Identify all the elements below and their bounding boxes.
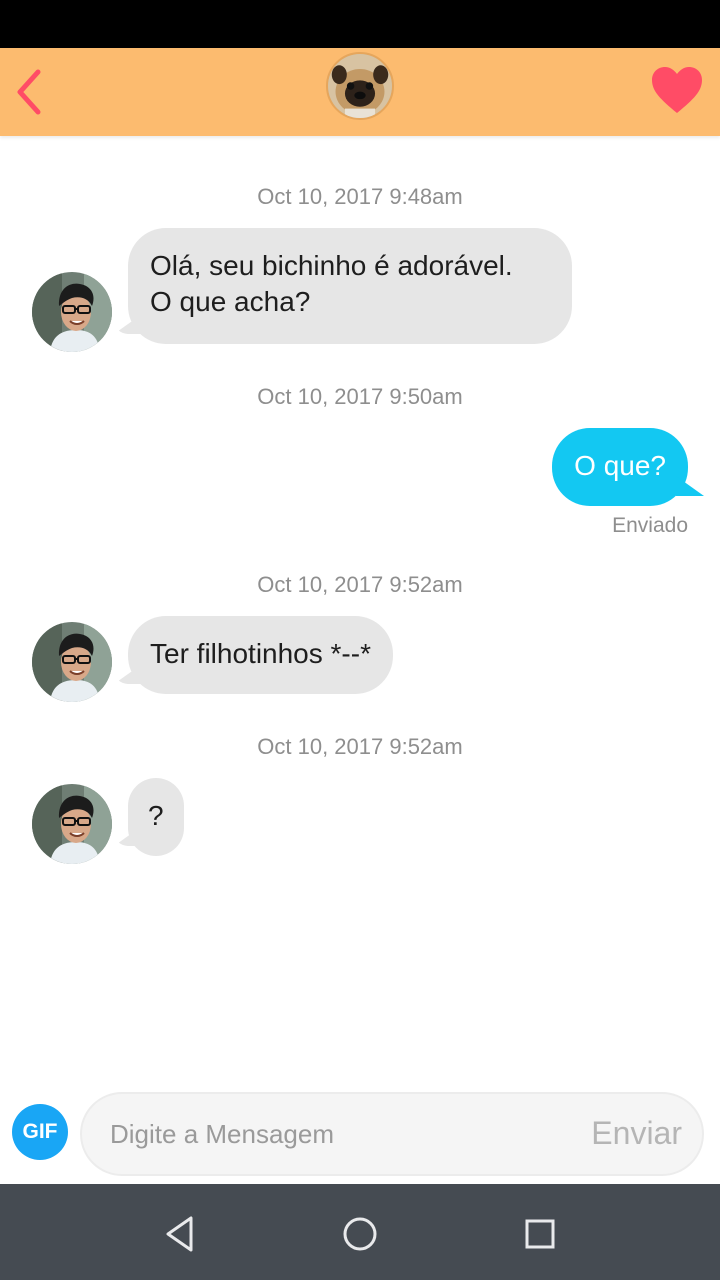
incoming-message-bubble[interactable]: ? [128,778,184,856]
status-bar [0,0,720,48]
outgoing-message-bubble[interactable]: O que? [552,428,688,506]
heart-icon [652,67,702,113]
delivery-status: Enviado [612,514,688,537]
sender-avatar[interactable] [32,784,112,864]
back-button[interactable] [12,66,48,118]
sender-avatar[interactable] [32,622,112,702]
nav-back-button[interactable] [158,1212,202,1256]
nav-home-button[interactable] [338,1212,382,1256]
sender-photo [32,622,112,702]
sender-photo [32,272,112,352]
recents-square-icon [525,1219,555,1249]
message-text: Ter filhotinhos *--* [150,638,371,669]
message-input[interactable] [110,1112,570,1156]
send-button[interactable]: Enviar [591,1112,682,1154]
back-triangle-icon [166,1216,193,1252]
app-header [0,48,720,136]
nav-recents-button[interactable] [518,1212,562,1256]
message-composer: GIF Enviar [0,1080,720,1184]
message-text: O que? [574,450,666,481]
match-avatar[interactable] [326,52,394,120]
message-timestamp: Oct 10, 2017 9:50am [257,384,463,409]
chevron-left-icon [17,69,41,115]
message-text: ? [148,800,164,831]
incoming-message-bubble[interactable]: Ter filhotinhos *--* [128,616,393,694]
sender-avatar[interactable] [32,272,112,352]
pug-photo [328,54,392,118]
system-nav-bar [0,1184,720,1280]
message-input-container[interactable]: Enviar [80,1092,704,1176]
message-list[interactable]: Oct 10, 2017 9:48am Olá, seu bichinho é … [0,136,720,1080]
gif-button[interactable]: GIF [12,1104,68,1160]
message-timestamp: Oct 10, 2017 9:48am [257,184,463,209]
home-circle-icon [343,1217,377,1251]
message-timestamp: Oct 10, 2017 9:52am [257,572,463,597]
message-text-line: O que acha? [150,286,311,317]
message-timestamp: Oct 10, 2017 9:52am [257,734,463,759]
sender-photo [32,784,112,864]
incoming-message-bubble[interactable]: Olá, seu bichinho é adorável. O que acha… [128,228,572,344]
like-button[interactable] [650,66,704,116]
message-text-line: Olá, seu bichinho é adorável. [150,250,513,281]
